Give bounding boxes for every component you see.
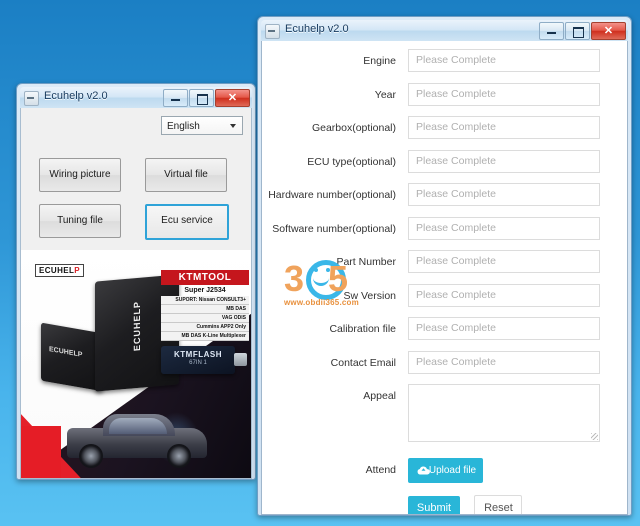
product-banner: ECUHELP ECUHELP ECUHELP KTMTOOL Super J2…: [21, 250, 251, 478]
hardware-number-input[interactable]: Please Complete: [408, 183, 600, 206]
field-label-calibration-file: Calibration file: [329, 323, 396, 335]
close-icon: ✕: [227, 92, 238, 104]
product-subtitle: Super J2534: [184, 287, 226, 294]
software-number-input[interactable]: Please Complete: [408, 216, 600, 240]
right-window-controls: ✕: [539, 22, 626, 40]
form-row-appeal: Appeal: [262, 382, 627, 450]
wiring-picture-button[interactable]: Wiring picture: [39, 158, 121, 192]
left-window[interactable]: Ecuhelp v2.0 ✕ English Wiring picture Vi…: [16, 83, 256, 480]
usb-title: KTMFLASH: [174, 350, 222, 359]
close-button[interactable]: ✕: [215, 89, 250, 107]
upload-file-label: Upload file: [428, 465, 477, 476]
field-label-engine: Engine: [363, 55, 396, 67]
maximize-icon: [573, 27, 584, 38]
form-row-calibration-file: Calibration file Please Complete: [262, 315, 627, 349]
car-wheel-rear: [167, 444, 191, 468]
product-device-secondary: ECUHELP: [41, 322, 103, 392]
gearbox-input[interactable]: Please Complete: [408, 116, 600, 139]
language-select-value: English: [167, 121, 200, 132]
tuning-file-button[interactable]: Tuning file: [39, 204, 121, 238]
form-row-attend: Attend Upload file: [262, 458, 627, 483]
form-row-hardware-number: Hardware number(optional) Please Complet…: [262, 181, 627, 215]
app-icon: [265, 24, 280, 39]
field-label-hardware-number: Hardware number(optional): [268, 189, 396, 201]
form-row-year: Year Please Complete: [262, 81, 627, 115]
resize-handle-icon[interactable]: [591, 433, 598, 440]
app-icon: [24, 91, 39, 106]
banner-red-stripe: [21, 426, 61, 478]
field-label-part-number: Part Number: [336, 256, 396, 268]
ecuhelp-logo: ECUHELP: [35, 264, 85, 277]
spec-row: SUPORT: Nissan CONSULT3+: [161, 296, 249, 305]
left-window-titlebar[interactable]: Ecuhelp v2.0 ✕: [20, 87, 252, 108]
appeal-textarea[interactable]: [408, 384, 600, 442]
minimize-icon: [171, 99, 180, 101]
maximize-icon: [197, 94, 208, 105]
left-window-title: Ecuhelp v2.0: [44, 90, 108, 102]
form-row-part-number: Part Number Please Complete: [262, 248, 627, 282]
right-window-titlebar[interactable]: Ecuhelp v2.0 ✕: [261, 20, 628, 41]
form-row-contact-email: Contact Email Please Complete: [262, 349, 627, 383]
field-label-contact-email: Contact Email: [330, 356, 396, 369]
field-label-ecu-type: ECU type(optional): [307, 155, 396, 168]
service-request-form: Engine Please Complete Year Please Compl…: [262, 41, 627, 514]
close-button[interactable]: ✕: [591, 22, 626, 40]
field-label-year: Year: [374, 88, 396, 101]
close-icon: ✕: [603, 25, 614, 37]
product-spec-card: KTMTOOL Super J2534 SUPORT: Nissan CONSU…: [161, 270, 249, 341]
virtual-file-button[interactable]: Virtual file: [145, 158, 227, 192]
product-device-secondary-label: ECUHELP: [49, 345, 83, 359]
product-device-main-label: ECUHELP: [132, 300, 142, 352]
product-usb-dongle: KTMFLASH 67IN 1: [161, 346, 247, 374]
minimize-button[interactable]: [539, 22, 564, 40]
car-glass: [109, 418, 167, 434]
usb-plug-icon: [234, 353, 247, 366]
upload-file-button[interactable]: Upload file: [408, 458, 483, 483]
engine-input[interactable]: Please Complete: [408, 49, 600, 72]
maximize-button[interactable]: [189, 89, 214, 107]
left-window-client: English Wiring picture Virtual file Tuni…: [20, 108, 252, 479]
calibration-file-input[interactable]: Please Complete: [408, 317, 600, 340]
form-row-software-number: Software number(optional) Please Complet…: [262, 215, 627, 249]
reset-button[interactable]: Reset: [474, 495, 523, 514]
cloud-upload-icon: [417, 466, 430, 475]
spec-row: Cummins APP2 Only: [161, 323, 249, 332]
minimize-icon: [547, 32, 556, 34]
part-number-input[interactable]: Please Complete: [408, 250, 600, 273]
sw-version-input[interactable]: Please Complete: [408, 283, 600, 307]
chevron-down-icon: [230, 124, 236, 128]
ecu-service-button[interactable]: Ecu service: [145, 204, 229, 240]
field-label-appeal: Appeal: [363, 390, 396, 402]
right-window[interactable]: Ecuhelp v2.0 ✕ 3 5 www.obdii365.com Engi…: [257, 16, 632, 516]
usb-subtitle: 67IN 1: [189, 360, 207, 366]
right-window-title: Ecuhelp v2.0: [285, 23, 349, 35]
right-window-client: 3 5 www.obdii365.com Engine Please Compl…: [261, 41, 628, 515]
language-select[interactable]: English: [161, 116, 243, 135]
submit-button[interactable]: Submit: [408, 496, 460, 514]
contact-email-input[interactable]: Please Complete: [408, 350, 600, 374]
form-row-engine: Engine Please Complete: [262, 47, 627, 81]
form-row-sw-version: Sw Version Please Complete: [262, 282, 627, 316]
product-title: KTMTOOL: [161, 270, 249, 285]
spec-row: MB DAS: [161, 305, 249, 314]
year-input[interactable]: Please Complete: [408, 82, 600, 106]
field-label-attend: Attend: [365, 464, 396, 476]
ecuhelp-logo-suffix: P: [74, 266, 81, 275]
minimize-button[interactable]: [163, 89, 188, 107]
car-illustration: [67, 408, 207, 470]
field-label-software-number: Software number(optional): [272, 222, 396, 235]
left-window-controls: ✕: [163, 89, 250, 107]
form-actions: Submit Reset: [408, 495, 627, 514]
car-wheel-front: [79, 444, 103, 468]
spec-row: MB DAS K-Line Multiplexer: [161, 332, 249, 341]
form-row-ecu-type: ECU type(optional) Please Complete: [262, 148, 627, 182]
maximize-button[interactable]: [565, 22, 590, 40]
spec-row: VAG ODIS: [161, 314, 249, 323]
field-label-sw-version: Sw Version: [343, 289, 396, 302]
form-row-gearbox: Gearbox(optional) Please Complete: [262, 114, 627, 148]
ecu-type-input[interactable]: Please Complete: [408, 149, 600, 173]
field-label-gearbox: Gearbox(optional): [311, 122, 396, 134]
ecuhelp-logo-prefix: ECUHEL: [39, 266, 75, 275]
